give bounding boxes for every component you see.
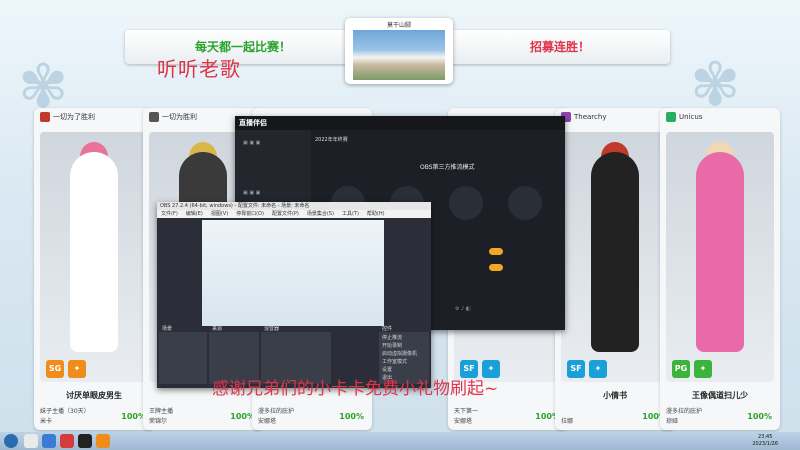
player-name: 一切为胜利 xyxy=(162,113,197,121)
mode-option[interactable] xyxy=(449,186,483,220)
banner-right-text: 招募连胜！ xyxy=(530,40,591,54)
controls-title: 控件 xyxy=(382,326,393,332)
card-line-2: 安娜塔 xyxy=(258,418,277,425)
player-card[interactable]: 一切为了胜利 SG ✦ 讨厌单眼皮男生 妹子主播（30天） 米卡 100% xyxy=(34,108,154,430)
taskbar-clock[interactable]: 23:45 2023/1/26 xyxy=(752,434,778,448)
skill-icon: ✦ xyxy=(589,360,607,378)
role-badge: SG xyxy=(46,360,64,378)
card-header: 一切为了胜利 xyxy=(40,112,95,122)
windows-taskbar: 23:45 2023/1/26 xyxy=(0,432,800,450)
obs-window[interactable]: OBS 27.2.4 (64-bit, windows) - 配置文件: 未命名… xyxy=(157,202,431,388)
character-name: 王像偶道扫儿少 xyxy=(692,391,748,400)
menu-help[interactable]: 帮助(H) xyxy=(367,210,385,218)
card-header: 一切为胜利 xyxy=(149,112,197,122)
card-line-1: 妹子主播（30天） xyxy=(40,408,90,415)
card-line-1: 漫多拉的庇护 xyxy=(258,408,295,415)
copy-button[interactable] xyxy=(489,264,503,271)
menu-file[interactable]: 文件(F) xyxy=(161,210,178,218)
card-line-2: 拉娜 xyxy=(561,418,574,425)
character-art: SG ✦ xyxy=(40,132,148,382)
character-art: SF ✦ xyxy=(561,132,669,382)
card-header: Thearchy xyxy=(561,112,606,122)
scenes-panel[interactable]: 场景 xyxy=(159,326,207,384)
map-image xyxy=(353,30,445,80)
avatar xyxy=(40,112,50,122)
character-body xyxy=(70,152,118,352)
clock-date: 2023/1/26 xyxy=(752,441,778,447)
character-body xyxy=(696,152,744,352)
menu-edit[interactable]: 编辑(E) xyxy=(186,210,203,218)
stream-app-titlebar: 直播伴侣 xyxy=(235,116,565,130)
copy-button[interactable] xyxy=(489,248,503,255)
character-name: 讨厌单眼皮男生 xyxy=(66,391,122,400)
obs-titlebar: OBS 27.2.4 (64-bit, windows) - 配置文件: 未命名… xyxy=(157,202,431,210)
card-line-2: 荣锦尔 xyxy=(149,418,168,425)
sources-title: 来源 xyxy=(212,326,223,332)
scenes-title: 场景 xyxy=(162,326,173,332)
win-rate: 100% xyxy=(339,412,364,421)
menu-view[interactable]: 视图(V) xyxy=(211,210,228,218)
stream-title: 2022年年终赛 xyxy=(315,137,348,143)
obs-menubar: 文件(F) 编辑(E) 视图(V) 停靠窗口(D) 配置文件(P) 场景集合(S… xyxy=(157,210,431,218)
menu-docks[interactable]: 停靠窗口(D) xyxy=(236,210,264,218)
role-badge: PG xyxy=(672,360,690,378)
menu-tools[interactable]: 工具(T) xyxy=(342,210,359,218)
win-rate: 100% xyxy=(747,412,772,421)
taskbar-app-icon[interactable] xyxy=(42,434,56,448)
skill-icon: ✦ xyxy=(68,360,86,378)
player-card[interactable]: Thearchy SF ✦ 小倩书 拉娜 100% xyxy=(555,108,675,430)
map-card: 莫干山脚 xyxy=(345,18,453,84)
avatar xyxy=(666,112,676,122)
card-line-2: 安娜塔 xyxy=(454,418,473,425)
menu-profile[interactable]: 配置文件(P) xyxy=(272,210,299,218)
card-line-2: 米卡 xyxy=(40,418,53,425)
card-line-2: 琼娅 xyxy=(666,418,679,425)
start-button[interactable] xyxy=(4,434,18,448)
player-card[interactable]: Unicus PG ✦ 王像偶道扫儿少 漫多拉的庇护 琼娅 100% xyxy=(660,108,780,430)
character-art: PG ✦ xyxy=(666,132,774,382)
mixer-title: 混音器 xyxy=(264,326,280,332)
menu-scene-collection[interactable]: 场景集合(S) xyxy=(307,210,334,218)
taskbar-app-icon[interactable] xyxy=(24,434,38,448)
skill-icon: ✦ xyxy=(694,360,712,378)
control-stop-stream[interactable]: 停止推流 xyxy=(382,334,402,341)
avatar xyxy=(149,112,159,122)
taskbar-app-icon[interactable] xyxy=(78,434,92,448)
control-settings[interactable]: 设置 xyxy=(382,366,392,373)
gift-thanks-overlay: 感谢兄弟们的小卡卡免费小礼物刷起~ xyxy=(212,379,499,399)
stream-app-logo: 直播伴侣 xyxy=(239,119,267,127)
card-line-1: 天下第一 xyxy=(454,408,479,415)
control-virtual-cam[interactable]: 启动虚拟摄像机 xyxy=(382,350,417,357)
control-record[interactable]: 开始录制 xyxy=(382,342,402,349)
player-name: 一切为了胜利 xyxy=(53,113,95,121)
taskbar-app-icon[interactable] xyxy=(96,434,110,448)
song-overlay-text: 听听老歌 xyxy=(157,57,241,81)
character-name: 小倩书 xyxy=(603,391,627,400)
obs-preview[interactable] xyxy=(202,220,384,326)
character-body xyxy=(591,152,639,352)
mode-option[interactable] xyxy=(508,186,542,220)
map-title: 莫干山脚 xyxy=(386,22,411,29)
sidebar-item[interactable]: ▣ ▣ ▣ xyxy=(243,190,260,196)
card-line-1: 王牌主播 xyxy=(149,408,174,415)
clock-time: 23:45 xyxy=(757,434,773,440)
card-header: Unicus xyxy=(666,112,702,122)
settings-icon[interactable]: ⚙ ♪ ◧ xyxy=(455,306,471,312)
stream-mode-label: OBS第三方推流模式 xyxy=(420,164,475,171)
taskbar-app-icon[interactable] xyxy=(60,434,74,448)
control-studio-mode[interactable]: 工作室模式 xyxy=(382,358,407,365)
player-name: Unicus xyxy=(679,113,703,121)
sidebar-item[interactable]: ▣ ▣ ▣ xyxy=(243,140,260,146)
role-badge: SF xyxy=(567,360,585,378)
player-name: Thearchy xyxy=(574,113,607,121)
card-line-1: 漫多拉的庇护 xyxy=(666,408,703,415)
